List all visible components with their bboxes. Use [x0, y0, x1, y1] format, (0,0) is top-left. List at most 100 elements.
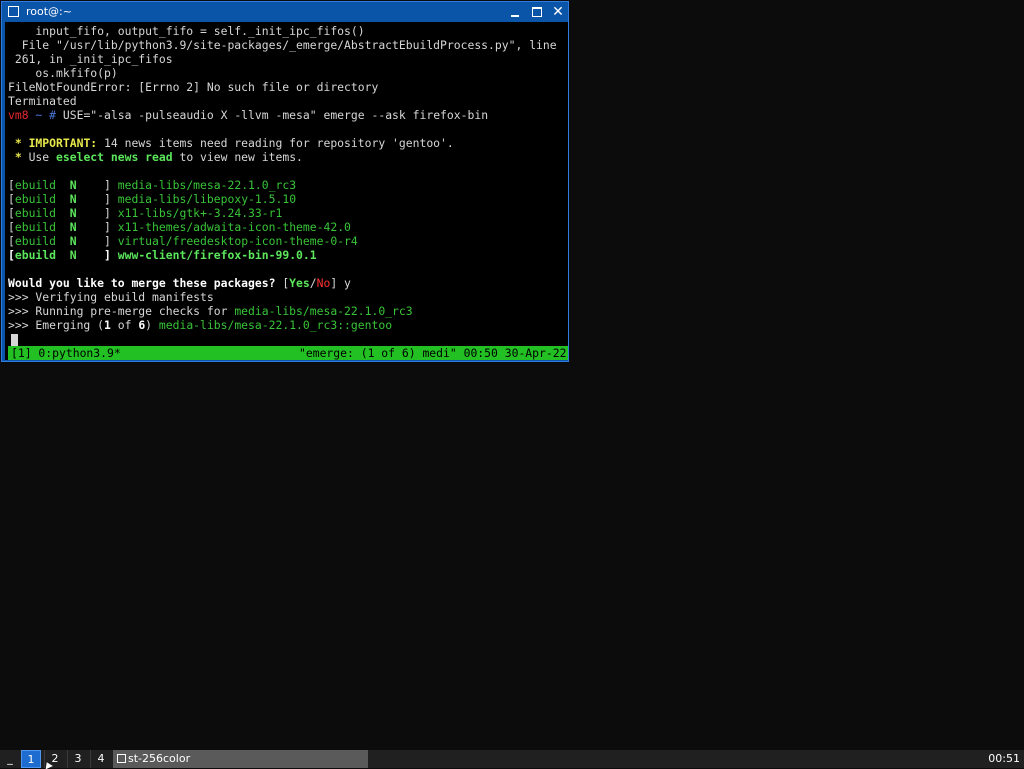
terminal-line: [ebuild N ] x11-libs/gtk+-3.24.33-r1 — [8, 206, 557, 220]
terminal-text: media-libs/libepoxy-1.5.10 — [117, 192, 297, 206]
terminal-text: x11-libs/gtk+-3.24.33-r1 — [117, 206, 283, 220]
terminal-text: ] y — [330, 276, 351, 290]
terminal-line: vm8 ~ # USE="-alsa -pulseaudio X -llvm -… — [8, 108, 557, 122]
terminal-text: IMPORTANT: — [28, 136, 98, 150]
terminal-text: [ — [8, 178, 15, 192]
terminal-text: [ — [8, 248, 15, 262]
terminal-text: to view new items. — [172, 150, 303, 164]
terminal-output: input_fifo, output_fifo = self._init_ipc… — [8, 24, 557, 332]
terminal-text: Terminated — [8, 94, 77, 108]
terminal-line: [ebuild N ] media-libs/libepoxy-1.5.10 — [8, 192, 557, 206]
terminal-text: >>> Emerging ( — [8, 318, 105, 332]
clock: 00:51 — [988, 752, 1020, 765]
terminal-text: N — [69, 220, 77, 234]
terminal-text: input_fifo, output_fifo = self._init_ipc… — [8, 24, 365, 38]
terminal-text: ebuild — [14, 234, 57, 248]
terminal-area[interactable]: input_fifo, output_fifo = self._init_ipc… — [5, 22, 568, 360]
terminal-text: ebuild — [14, 206, 57, 220]
terminal-text: [ — [8, 220, 15, 234]
maximize-button[interactable] — [529, 4, 545, 20]
terminal-text: ] — [76, 248, 118, 262]
terminal-text: vm8 — [8, 108, 29, 122]
terminal-text: * — [8, 136, 29, 150]
terminal-text: N — [69, 234, 77, 248]
terminal-text: media-libs/mesa-22.1.0_rc3 — [234, 304, 413, 318]
terminal-text: * — [8, 150, 29, 164]
terminal-line: [ebuild N ] virtual/freedesktop-icon-the… — [8, 234, 557, 248]
terminal-line: Would you like to merge these packages? … — [8, 276, 557, 290]
window-titlebar[interactable]: root@:~ ✕ — [2, 2, 568, 22]
status-window-list: [1] 0:python3.9* — [11, 346, 121, 360]
workspace-3-button[interactable]: 3 — [67, 750, 88, 768]
terminal-window[interactable]: root@:~ ✕ input_fifo, output_fifo = self… — [1, 1, 569, 362]
terminal-text: ] — [76, 206, 118, 220]
terminal-line: >>> Verifying ebuild manifests — [8, 290, 557, 304]
terminal-line: * IMPORTANT: 14 news items need reading … — [8, 136, 557, 150]
terminal-text: 1 — [104, 318, 111, 332]
terminal-line: [ebuild N ] media-libs/mesa-22.1.0_rc3 — [8, 178, 557, 192]
terminal-text: Yes — [289, 276, 310, 290]
minimize-icon — [511, 15, 519, 17]
terminal-line: >>> Emerging (1 of 6) media-libs/mesa-22… — [8, 318, 557, 332]
workspace-4-button[interactable]: 4 — [90, 750, 111, 768]
terminal-line: >>> Running pre-merge checks for media-l… — [8, 304, 557, 318]
terminal-text: 261, in _init_ipc_fifos — [8, 52, 173, 66]
terminal-text: ] — [76, 178, 118, 192]
root-menu-button[interactable]: _ — [0, 750, 20, 768]
terminal-text: ebuild — [14, 248, 57, 262]
text-cursor — [11, 334, 18, 346]
terminal-line: * Use eselect news read to view new item… — [8, 150, 557, 164]
terminal-text: N — [69, 206, 77, 220]
terminal-text: ~ # — [28, 108, 63, 122]
terminal-line: [ebuild N ] www-client/firefox-bin-99.0.… — [8, 248, 557, 262]
terminal-text: ] — [76, 234, 118, 248]
taskbar-item-terminal[interactable]: st-256color — [113, 750, 368, 768]
tmux-status-bar: [1] 0:python3.9* "emerge: (1 of 6) medi"… — [8, 346, 568, 360]
terminal-text: media-libs/mesa-22.1.0_rc3 — [117, 178, 297, 192]
close-button[interactable]: ✕ — [550, 4, 566, 20]
workspace-1-button[interactable]: 1 — [21, 750, 41, 768]
terminal-text: x11-themes/adwaita-icon-theme-42.0 — [117, 220, 351, 234]
terminal-text: ebuild — [14, 220, 57, 234]
terminal-text: ] — [76, 220, 118, 234]
terminal-text: FileNotFoundError: [Errno 2] No such fil… — [8, 80, 379, 94]
terminal-text: N — [69, 192, 77, 206]
terminal-text: / — [309, 276, 317, 290]
terminal-text: 14 news items need reading for repositor… — [97, 136, 454, 150]
window-title: root@:~ — [26, 5, 72, 18]
terminal-text: media-libs/mesa-22.1.0_rc3::gentoo — [158, 318, 393, 332]
terminal-text: ebuild — [14, 178, 57, 192]
terminal-text: File "/usr/lib/python3.9/site-packages/_… — [8, 38, 557, 52]
close-icon: ✕ — [552, 4, 564, 20]
terminal-text: USE="-alsa -pulseaudio X -llvm -mesa" em… — [62, 108, 489, 122]
terminal-line: input_fifo, output_fifo = self._init_ipc… — [8, 24, 557, 38]
terminal-line: File "/usr/lib/python3.9/site-packages/_… — [8, 38, 557, 52]
terminal-line: FileNotFoundError: [Errno 2] No such fil… — [8, 80, 557, 94]
terminal-text: Use — [28, 150, 57, 164]
maximize-icon — [532, 7, 542, 17]
terminal-text: of — [110, 318, 139, 332]
terminal-line: os.mkfifo(p) — [8, 66, 557, 80]
terminal-text: ebuild — [14, 192, 57, 206]
minimize-button[interactable] — [507, 4, 523, 20]
terminal-text: No — [316, 276, 331, 290]
status-info: "emerge: (1 of 6) medi" 00:50 30-Apr-22 — [299, 346, 567, 360]
terminal-text: os.mkfifo(p) — [8, 66, 118, 80]
terminal-text: Would you like to merge these packages? — [8, 276, 283, 290]
terminal-text: www-client/firefox-bin-99.0.1 — [117, 248, 317, 262]
terminal-text: eselect news read — [56, 150, 173, 164]
taskbar: _ 1 2 3 4 st-256color 00:51 — [0, 750, 1024, 768]
terminal-line: Terminated — [8, 94, 557, 108]
terminal-text: [ — [8, 206, 15, 220]
terminal-text: virtual/freedesktop-icon-theme-0-r4 — [117, 234, 358, 248]
terminal-text: N — [69, 178, 77, 192]
